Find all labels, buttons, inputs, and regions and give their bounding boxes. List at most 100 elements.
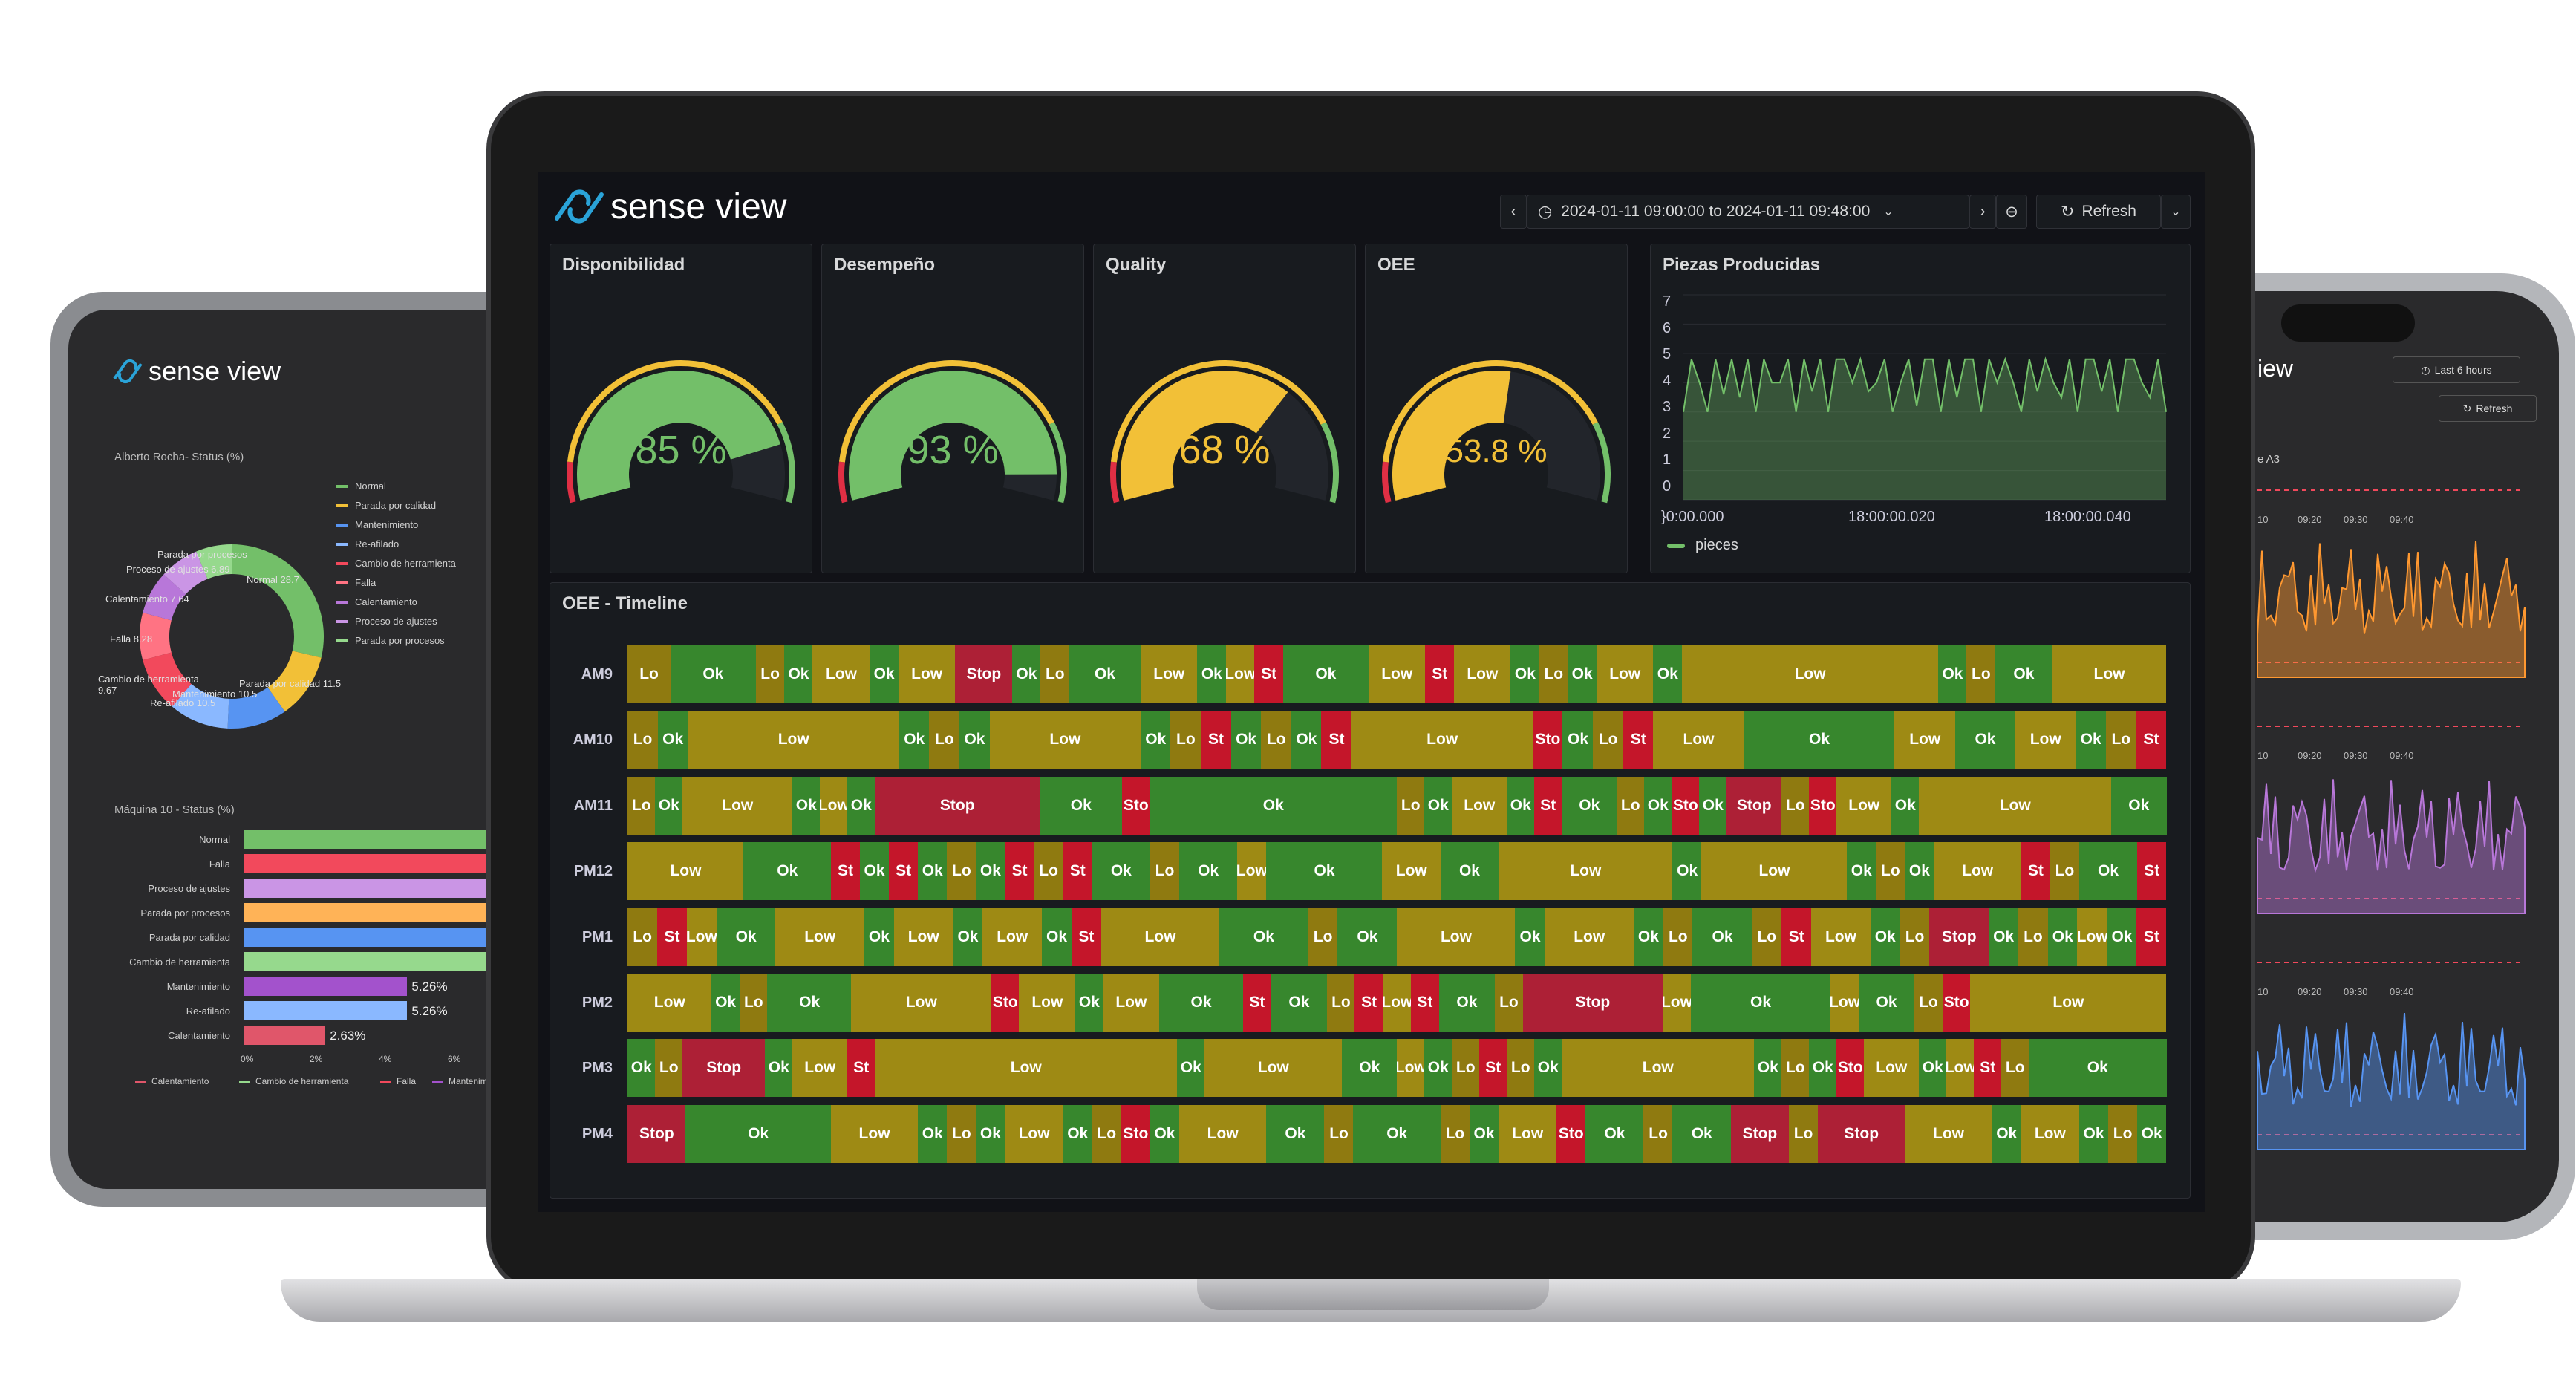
timeline-segment[interactable]: Ok: [1291, 711, 1322, 769]
timeline-segment[interactable]: Ok: [655, 776, 683, 835]
timeline-segment[interactable]: St: [1410, 974, 1439, 1032]
timeline-segment[interactable]: Low: [1204, 1039, 1343, 1098]
timeline-segment[interactable]: Ok: [1692, 907, 1752, 966]
timeline-segment[interactable]: Ok: [1092, 842, 1151, 901]
timeline-segment[interactable]: Ok: [1178, 842, 1238, 901]
timeline-segment[interactable]: St: [1354, 974, 1383, 1032]
timeline-segment[interactable]: Ok: [1744, 711, 1895, 769]
timeline-segment[interactable]: Lo: [1914, 974, 1943, 1032]
timeline-segment[interactable]: Lo: [947, 842, 976, 901]
timeline-segment[interactable]: Ok: [1846, 842, 1876, 901]
timeline-segment[interactable]: Lo: [947, 1104, 976, 1163]
timeline-segment[interactable]: Ok: [1858, 974, 1915, 1032]
timeline-segment[interactable]: Lo: [2018, 907, 2049, 966]
timeline-segment[interactable]: Lo: [1966, 645, 1996, 703]
timeline-segment[interactable]: Ok: [1891, 776, 1920, 835]
timeline-segment[interactable]: Ok: [1438, 974, 1496, 1032]
timeline-segment[interactable]: Lo: [2107, 1104, 2138, 1163]
timeline-segment[interactable]: Lo: [1150, 842, 1180, 901]
timeline-segment[interactable]: Lo: [1876, 842, 1905, 901]
time-next-button[interactable]: ›: [1969, 195, 1996, 229]
timeline-segment[interactable]: Low: [1368, 645, 1426, 703]
timeline-segment[interactable]: Low: [893, 907, 953, 966]
timeline-segment[interactable]: St: [1479, 1039, 1507, 1098]
bar-legend-item[interactable]: Falla: [380, 1076, 416, 1086]
timeline-segment[interactable]: Ok: [847, 776, 875, 835]
timeline-segment[interactable]: Lo: [1092, 1104, 1122, 1163]
timeline-segment[interactable]: Ok: [1919, 1039, 1947, 1098]
timeline-segment[interactable]: Lo: [1397, 776, 1425, 835]
timeline-segment[interactable]: Lo: [1324, 1104, 1354, 1163]
timeline-segment[interactable]: Lo: [1788, 1104, 1819, 1163]
timeline-segment[interactable]: Low: [775, 907, 865, 966]
pie-legend-item[interactable]: Mantenimiento: [336, 519, 418, 530]
timeline-segment[interactable]: Ok: [976, 1104, 1005, 1163]
timeline-segment[interactable]: Ok: [792, 776, 821, 835]
timeline-segment[interactable]: Ok: [1342, 1039, 1398, 1098]
timeline-segment[interactable]: Lo: [1663, 907, 1693, 966]
timeline-segment[interactable]: Low: [1545, 907, 1634, 966]
timeline-segment[interactable]: Low: [1662, 974, 1692, 1032]
timeline-segment[interactable]: Sto: [1556, 1104, 1586, 1163]
timeline-segment[interactable]: Low: [2052, 645, 2167, 703]
timeline-segment[interactable]: Sto: [1122, 776, 1150, 835]
timeline-segment[interactable]: Sto: [1809, 776, 1837, 835]
timeline-segment[interactable]: Stop: [1726, 776, 1782, 835]
timeline-segment[interactable]: Stop: [627, 1104, 686, 1163]
timeline-segment[interactable]: Ok: [2078, 1104, 2109, 1163]
pie-legend-item[interactable]: Parada por procesos: [336, 635, 445, 646]
timeline-segment[interactable]: Lo: [929, 711, 960, 769]
timeline-segment[interactable]: Lo: [1593, 711, 1624, 769]
timeline-segment[interactable]: Low: [1810, 907, 1871, 966]
timeline-segment[interactable]: Ok: [899, 711, 930, 769]
time-range-picker[interactable]: ◷ 2024-01-11 09:00:00 to 2024-01-11 09:4…: [1527, 195, 1969, 229]
timeline-segment[interactable]: Ok: [870, 645, 899, 703]
timeline-segment[interactable]: Low: [812, 645, 870, 703]
timeline-segment[interactable]: Ok: [1040, 776, 1123, 835]
timeline-segment[interactable]: Ok: [1672, 1104, 1732, 1163]
timeline-segment[interactable]: Low: [830, 1104, 919, 1163]
timeline-segment[interactable]: Low: [875, 1039, 1178, 1098]
timeline-segment[interactable]: Low: [1701, 842, 1848, 901]
timeline-segment[interactable]: Low: [1681, 645, 1939, 703]
timeline-segment[interactable]: St: [847, 1039, 875, 1098]
timeline-segment[interactable]: Ok: [1992, 1104, 2022, 1163]
timeline-segment[interactable]: Ok: [859, 842, 890, 901]
timeline-segment[interactable]: Ok: [1672, 842, 1702, 901]
timeline-segment[interactable]: Low: [1383, 974, 1412, 1032]
timeline-segment[interactable]: Stop: [955, 645, 1013, 703]
timeline-segment[interactable]: Low: [2021, 1104, 2080, 1163]
timeline-segment[interactable]: Stop: [1929, 907, 1989, 966]
timeline-segment[interactable]: Low: [1453, 645, 1511, 703]
timeline-segment[interactable]: Ok: [1515, 907, 1545, 966]
timeline-segment[interactable]: Ok: [1954, 711, 2016, 769]
timeline-segment[interactable]: Low: [627, 974, 712, 1032]
timeline-segment[interactable]: Ok: [1158, 974, 1244, 1032]
timeline-segment[interactable]: Ok: [864, 907, 895, 966]
timeline-segment[interactable]: Ok: [767, 974, 852, 1032]
timeline-segment[interactable]: Ok: [959, 711, 991, 769]
timeline-segment[interactable]: Ok: [1938, 645, 1967, 703]
timeline-segment[interactable]: Lo: [1507, 1039, 1535, 1098]
timeline-segment[interactable]: St: [1071, 907, 1102, 966]
timeline-segment[interactable]: Stop: [682, 1039, 766, 1098]
timeline-segment[interactable]: Low: [1864, 1039, 1920, 1098]
timeline-segment[interactable]: Low: [1498, 842, 1673, 901]
timeline-segment[interactable]: Low: [1005, 1104, 1063, 1163]
timeline-segment[interactable]: Lo: [1170, 711, 1201, 769]
timeline-segment[interactable]: Lo: [1440, 1104, 1470, 1163]
timeline-segment[interactable]: Ok: [2047, 907, 2078, 966]
timeline-segment[interactable]: Lo: [2050, 842, 2080, 901]
timeline-segment[interactable]: Ok: [917, 842, 948, 901]
time-prev-button[interactable]: ‹: [1500, 195, 1527, 229]
timeline-segment[interactable]: St: [2136, 842, 2167, 901]
timeline-segment[interactable]: Stop: [1817, 1104, 1905, 1163]
timeline-segment[interactable]: Ok: [1041, 907, 1072, 966]
timeline-segment[interactable]: St: [830, 842, 861, 901]
timeline-segment[interactable]: Lo: [1781, 776, 1810, 835]
timeline-segment[interactable]: Sto: [1836, 1039, 1865, 1098]
timeline-segment[interactable]: Low: [792, 1039, 848, 1098]
timeline-segment[interactable]: Ok: [1150, 1104, 1180, 1163]
timeline-segment[interactable]: Low: [1836, 776, 1892, 835]
timeline-segment[interactable]: Ok: [1266, 842, 1383, 901]
